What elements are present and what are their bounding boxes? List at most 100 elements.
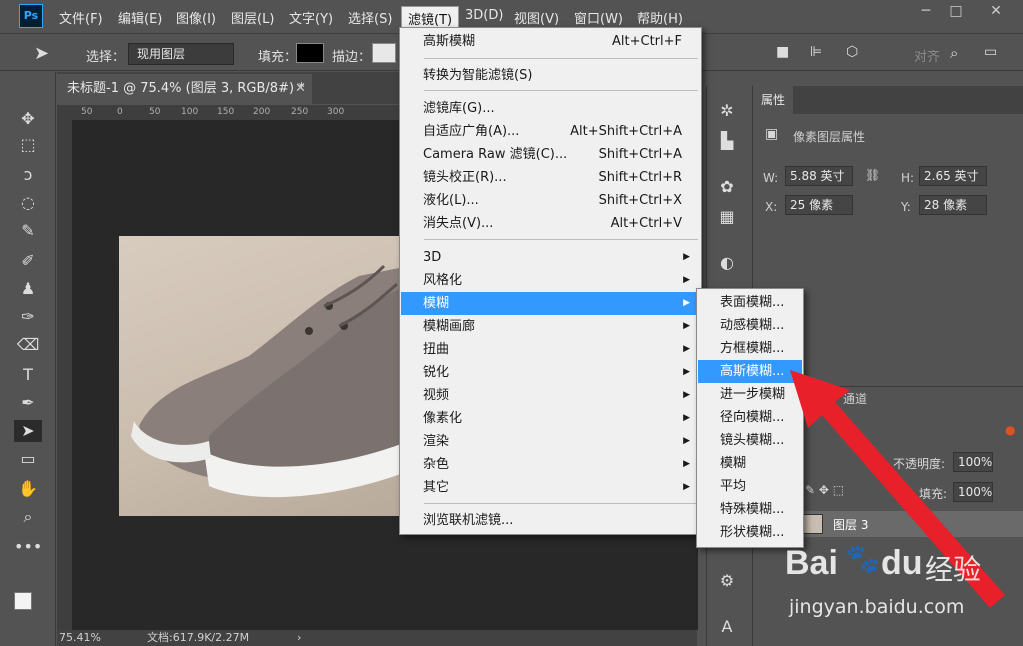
menu-file[interactable]: 文件(F) bbox=[59, 8, 103, 27]
submenu-item-surface-blur[interactable]: 表面模糊... bbox=[698, 291, 802, 314]
properties-tab[interactable]: 属性 bbox=[753, 86, 793, 114]
menu-separator bbox=[424, 503, 698, 504]
close-window-button[interactable]: ✕ bbox=[982, 2, 1010, 20]
document-size: 文档:617.9K/2.27M bbox=[147, 631, 250, 644]
history-brush-icon[interactable]: ✑ bbox=[14, 306, 42, 328]
paths-icon[interactable]: ⚙ bbox=[716, 570, 738, 592]
width-label: W: bbox=[763, 171, 779, 185]
foreground-color-swatch[interactable] bbox=[14, 592, 32, 610]
pixel-layer-icon: ▣ bbox=[765, 126, 779, 142]
brush-tool-icon[interactable]: ✐ bbox=[14, 250, 42, 272]
type-tool-icon[interactable]: T bbox=[14, 364, 42, 386]
status-chevron-icon[interactable]: › bbox=[297, 630, 301, 646]
menu-item-stylize[interactable]: 风格化 ▶ bbox=[401, 269, 700, 292]
distribute-icon[interactable]: ⊫ bbox=[810, 44, 822, 60]
auto-select-dropdown[interactable]: 现用图层 bbox=[128, 43, 234, 65]
swatches-icon[interactable]: ▦ bbox=[716, 206, 738, 228]
tools-panel: ✥ ⬚ ↄ ◌ ✎ ✐ ♟ ✑ ⌫ T ✒ ➤ ▭ ✋ ⌕ ••• bbox=[0, 72, 56, 646]
maximize-button[interactable]: □ bbox=[942, 2, 970, 20]
menu-item-gaussian-last[interactable]: 高斯模糊 Alt+Ctrl+F bbox=[401, 30, 700, 53]
menu-item-video[interactable]: 视频 ▶ bbox=[401, 384, 700, 407]
menu-help[interactable]: 帮助(H) bbox=[637, 8, 683, 27]
workspace-icon[interactable]: ▭ bbox=[984, 44, 997, 60]
ruler-tick: 250 bbox=[291, 107, 309, 117]
move-tool-icon[interactable]: ➤ bbox=[34, 43, 49, 64]
more-tools-icon[interactable]: ••• bbox=[14, 536, 42, 558]
ruler-tick: 100 bbox=[181, 107, 199, 117]
quick-select-tool-icon[interactable]: ◌ bbox=[14, 192, 42, 214]
y-field[interactable]: 28 像素 bbox=[919, 195, 987, 215]
align-icon[interactable]: ■ bbox=[776, 44, 789, 60]
menu-item-sharpen[interactable]: 锐化 ▶ bbox=[401, 361, 700, 384]
document-tab-title: 未标题-1 @ 75.4% (图层 3, RGB/8#) * bbox=[67, 81, 305, 96]
shoe-illustration bbox=[131, 264, 409, 498]
link-icon[interactable]: ⛓ bbox=[865, 168, 880, 182]
menu-item-noise[interactable]: 杂色 ▶ bbox=[401, 453, 700, 476]
shoe-photo bbox=[119, 236, 409, 516]
menu-image[interactable]: 图像(I) bbox=[176, 8, 216, 27]
menu-window[interactable]: 窗口(W) bbox=[574, 8, 623, 27]
menu-layer[interactable]: 图层(L) bbox=[231, 8, 274, 27]
path-select-tool-icon[interactable]: ➤ bbox=[14, 420, 42, 442]
status-bar: 75.41% 文档:617.9K/2.27M › bbox=[57, 630, 697, 646]
close-tab-icon[interactable]: ✕ bbox=[295, 81, 306, 96]
fill-swatch[interactable] bbox=[296, 43, 324, 63]
eraser-tool-icon[interactable]: ⌫ bbox=[14, 334, 42, 356]
x-field[interactable]: 25 像素 bbox=[785, 195, 853, 215]
color-palette-icon[interactable]: ✿ bbox=[716, 176, 738, 198]
zoom-level[interactable]: 75.41% bbox=[59, 630, 101, 646]
submenu-item-motion-blur[interactable]: 动感模糊... bbox=[698, 314, 802, 337]
zoom-tool-icon[interactable]: ⌕ bbox=[14, 506, 42, 528]
eyedropper-tool-icon[interactable]: ✎ bbox=[14, 220, 42, 242]
search-icon[interactable]: ⌕ bbox=[950, 44, 958, 62]
rectangle-tool-icon[interactable]: ▭ bbox=[14, 448, 42, 470]
menu-item-adaptive-wide-angle[interactable]: 自适应广角(A)... Alt+Shift+Ctrl+A bbox=[401, 120, 700, 143]
watermark-url: jingyan.baidu.com bbox=[789, 596, 965, 618]
menu-item-filter-gallery[interactable]: 滤镜库(G)... bbox=[401, 97, 700, 120]
marquee-tool-icon[interactable]: ⬚ bbox=[14, 134, 42, 156]
hand-tool-icon[interactable]: ✋ bbox=[14, 478, 42, 500]
menu-edit[interactable]: 编辑(E) bbox=[118, 8, 162, 27]
navigator-icon[interactable]: ✲ bbox=[716, 100, 738, 122]
character-icon[interactable]: A bbox=[716, 616, 738, 638]
menu-3d[interactable]: 3D(D) bbox=[465, 8, 503, 23]
stroke-label: 描边： bbox=[332, 50, 372, 65]
align-toggle-label[interactable]: 对齐 bbox=[914, 46, 940, 65]
menu-item-camera-raw[interactable]: Camera Raw 滤镜(C)... Shift+Ctrl+A bbox=[401, 143, 700, 166]
watermark-brand-suffix: du bbox=[881, 544, 923, 582]
menu-item-3d[interactable]: 3D ▶ bbox=[401, 246, 700, 269]
height-label: H: bbox=[901, 171, 915, 185]
menu-item-smart-filter[interactable]: 转换为智能滤镜(S) bbox=[401, 64, 700, 87]
pen-tool-icon[interactable]: ✒ bbox=[14, 392, 42, 414]
menu-item-distort[interactable]: 扭曲 ▶ bbox=[401, 338, 700, 361]
menu-item-render[interactable]: 渲染 ▶ bbox=[401, 430, 700, 453]
3d-mode-icon[interactable]: ⬡ bbox=[846, 44, 858, 60]
menu-item-other[interactable]: 其它 ▶ bbox=[401, 476, 700, 499]
menu-item-pixelate[interactable]: 像素化 ▶ bbox=[401, 407, 700, 430]
menu-item-browse-online[interactable]: 浏览联机滤镜... bbox=[401, 509, 700, 532]
document-tab[interactable]: 未标题-1 @ 75.4% (图层 3, RGB/8#) * bbox=[57, 74, 312, 104]
ruler-tick: 50 bbox=[81, 107, 93, 117]
move-tool-icon[interactable]: ✥ bbox=[14, 108, 42, 130]
submenu-item-box-blur[interactable]: 方框模糊... bbox=[698, 337, 802, 360]
stamp-tool-icon[interactable]: ♟ bbox=[14, 278, 42, 300]
menu-item-blur[interactable]: 模糊 ▶ bbox=[401, 292, 700, 315]
lasso-tool-icon[interactable]: ↄ bbox=[14, 164, 42, 186]
minimize-button[interactable]: ─ bbox=[912, 2, 940, 20]
menu-item-blur-gallery[interactable]: 模糊画廊 ▶ bbox=[401, 315, 700, 338]
histogram-icon[interactable]: ▙ bbox=[716, 130, 738, 152]
menu-item-lens-correction[interactable]: 镜头校正(R)... Shift+Ctrl+R bbox=[401, 166, 700, 189]
height-field[interactable]: 2.65 英寸 bbox=[919, 166, 987, 186]
adjustments-icon[interactable]: ◐ bbox=[716, 252, 738, 274]
ruler-tick: 200 bbox=[253, 107, 271, 117]
menu-view[interactable]: 视图(V) bbox=[514, 8, 559, 27]
menu-select[interactable]: 选择(S) bbox=[348, 8, 392, 27]
width-field[interactable]: 5.88 英寸 bbox=[785, 166, 853, 186]
menu-type[interactable]: 文字(Y) bbox=[289, 8, 333, 27]
menu-item-liquify[interactable]: 液化(L)... Shift+Ctrl+X bbox=[401, 189, 700, 212]
layer-type-label: 像素图层属性 bbox=[793, 130, 866, 144]
x-label: X: bbox=[765, 200, 778, 214]
stroke-swatch[interactable] bbox=[372, 43, 396, 63]
menu-item-vanishing-point[interactable]: 消失点(V)... Alt+Ctrl+V bbox=[401, 212, 700, 235]
ruler-tick: 300 bbox=[327, 107, 345, 117]
